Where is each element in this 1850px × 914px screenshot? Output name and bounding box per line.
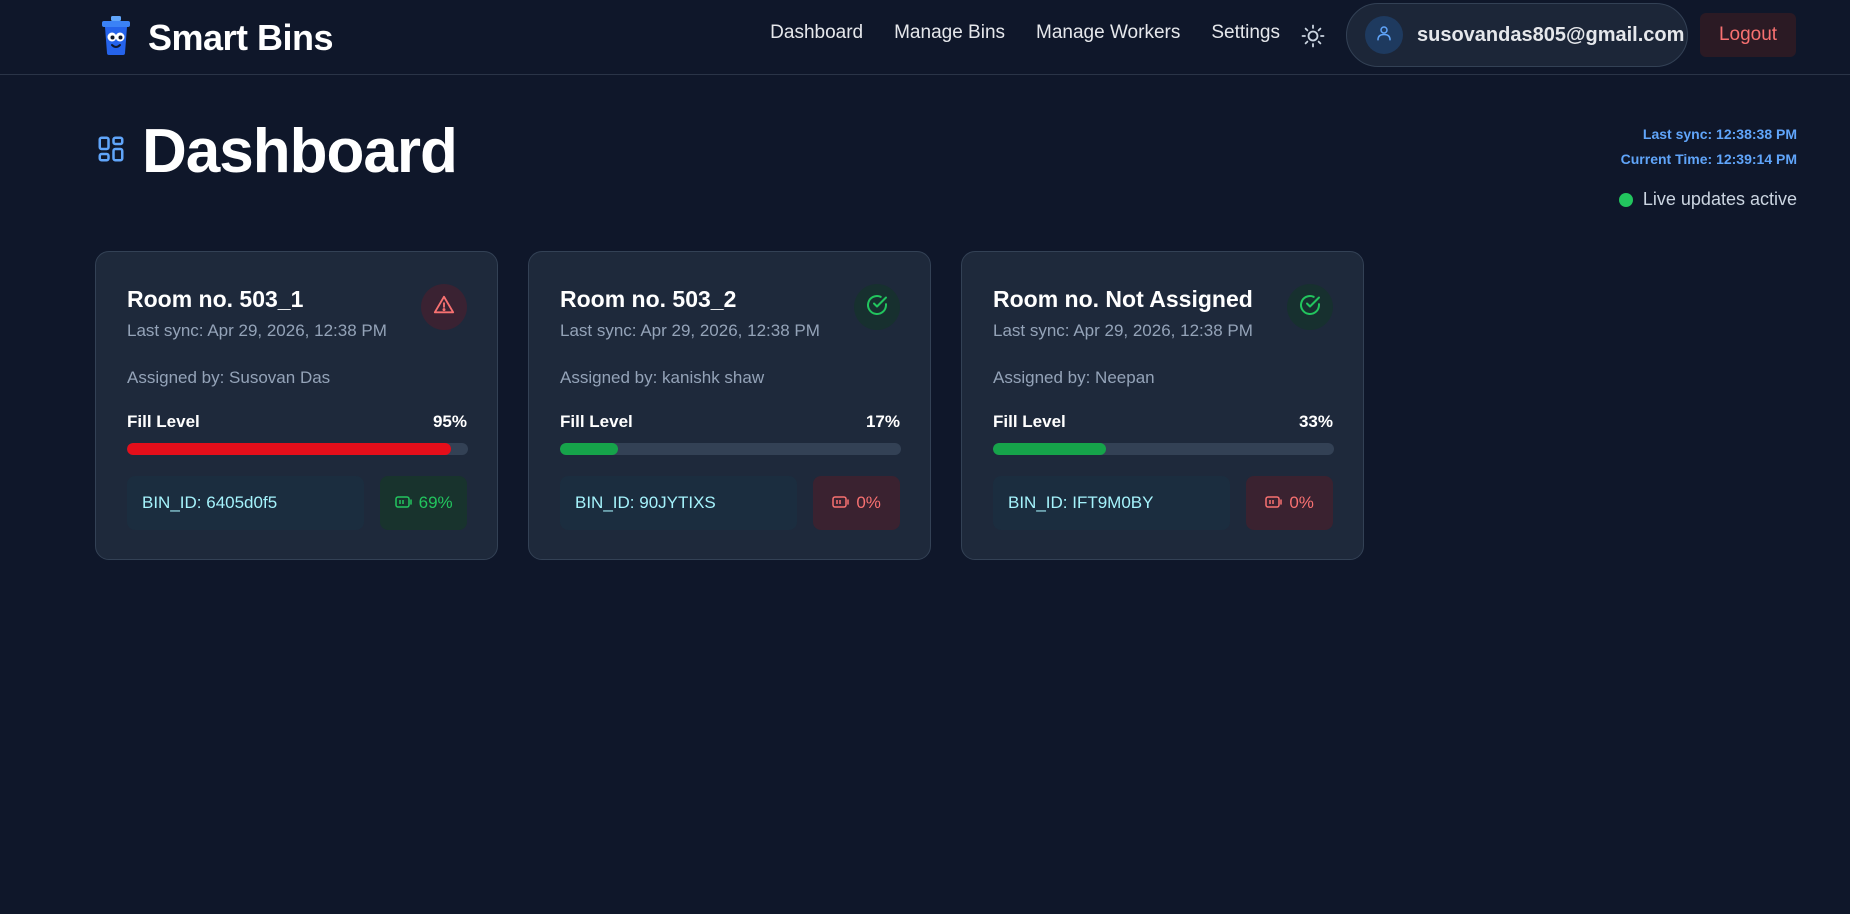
- bin-id: BIN_ID: 6405d0f5: [127, 476, 365, 530]
- bin-status: [421, 284, 467, 330]
- fill-level-label: Fill Level: [993, 412, 1066, 431]
- battery-status: 0%: [813, 476, 900, 530]
- live-status: Live updates active: [1618, 189, 1797, 210]
- fill-level-row: Fill Level 33%: [993, 412, 1333, 432]
- bin-assigned-by: Assigned by: Neepan: [993, 368, 1155, 387]
- top-navbar: Smart Bins Dashboard Manage Bins Manage …: [0, 0, 1850, 75]
- bin-cards: Room no. 503_1 Last sync: Apr 29, 2026, …: [95, 251, 1364, 560]
- bin-room: Room no. 503_1: [127, 286, 304, 312]
- fill-level-bar: [993, 443, 1334, 455]
- nav-link-dashboard[interactable]: Dashboard: [770, 22, 863, 44]
- bin-assigned-by: Assigned by: Susovan Das: [127, 368, 331, 387]
- bin-card-footer: BIN_ID: IFT9M0BY 0%: [993, 476, 1333, 530]
- bin-card-footer: BIN_ID: 90JYTIXS 0%: [560, 476, 900, 530]
- nav-link-manage-workers[interactable]: Manage Workers: [1036, 22, 1180, 44]
- battery-status: 69%: [380, 476, 467, 530]
- nav-link-settings[interactable]: Settings: [1211, 22, 1280, 44]
- bin-status: [854, 284, 900, 330]
- sync-info: Last sync: 12:38:38 PM Current Time: 12:…: [1621, 122, 1797, 172]
- sun-icon: [1301, 24, 1325, 53]
- page-title: Dashboard: [142, 117, 458, 186]
- fill-level-value: 33%: [1298, 412, 1333, 431]
- fill-level-bar: [560, 443, 901, 455]
- fill-level-label: Fill Level: [127, 412, 200, 431]
- bin-last-sync: Last sync: Apr 29, 2026, 12:38 PM: [993, 321, 1253, 340]
- user-icon: [1375, 24, 1393, 47]
- page-header: Dashboard: [96, 116, 458, 187]
- warning-triangle-icon: [433, 294, 455, 321]
- fill-level-bar-fill: [560, 443, 618, 455]
- bin-id: BIN_ID: IFT9M0BY: [993, 476, 1231, 530]
- nav-links: Dashboard Manage Bins Manage Workers Set…: [770, 22, 1280, 44]
- fill-level-row: Fill Level 95%: [127, 412, 467, 432]
- bin-card[interactable]: Room no. 503_2 Last sync: Apr 29, 2026, …: [528, 251, 931, 560]
- fill-level-label: Fill Level: [560, 412, 633, 431]
- bin-status: [1287, 284, 1333, 330]
- current-time: Current Time: 12:39:14 PM: [1620, 151, 1797, 167]
- live-status-text: Live updates active: [1642, 189, 1797, 209]
- user-email: susovandas805@gmail.com: [1417, 23, 1685, 46]
- fill-level-value: 17%: [865, 412, 900, 431]
- bin-assigned-by: Assigned by: kanishk shaw: [560, 368, 765, 387]
- dashboard-grid-icon: [96, 134, 126, 169]
- battery-level: 69%: [418, 493, 453, 512]
- bin-id: BIN_ID: 90JYTIXS: [560, 476, 798, 530]
- avatar: [1365, 16, 1403, 54]
- logout-button[interactable]: Logout: [1700, 13, 1796, 57]
- battery-status: 0%: [1246, 476, 1333, 530]
- battery-icon: [394, 493, 413, 513]
- battery-level: 0%: [856, 493, 881, 512]
- battery-low-icon: [1265, 493, 1283, 513]
- battery-low-icon: [832, 493, 850, 513]
- check-circle-icon: [1298, 293, 1322, 322]
- live-status-dot: [1618, 192, 1633, 207]
- fill-level-bar: [127, 443, 468, 455]
- theme-toggle-button[interactable]: [1299, 24, 1327, 52]
- check-circle-icon: [865, 293, 889, 322]
- bin-last-sync: Last sync: Apr 29, 2026, 12:38 PM: [127, 321, 387, 340]
- bin-room: Room no. Not Assigned: [993, 286, 1253, 312]
- fill-level-bar-fill: [993, 443, 1106, 455]
- trash-bin-logo-icon: [100, 15, 132, 61]
- bin-room: Room no. 503_2: [560, 286, 737, 312]
- app-title: Smart Bins: [148, 17, 334, 58]
- nav-link-manage-bins[interactable]: Manage Bins: [894, 22, 1005, 44]
- fill-level-bar-fill: [127, 443, 451, 455]
- bin-card[interactable]: Room no. Not Assigned Last sync: Apr 29,…: [961, 251, 1364, 560]
- fill-level-value: 95%: [432, 412, 467, 431]
- brand[interactable]: Smart Bins: [100, 14, 334, 62]
- bin-card[interactable]: Room no. 503_1 Last sync: Apr 29, 2026, …: [95, 251, 498, 560]
- battery-level: 0%: [1289, 493, 1314, 512]
- bin-card-footer: BIN_ID: 6405d0f5 69%: [127, 476, 467, 530]
- fill-level-row: Fill Level 17%: [560, 412, 900, 432]
- bin-last-sync: Last sync: Apr 29, 2026, 12:38 PM: [560, 321, 820, 340]
- last-sync-time: Last sync: 12:38:38 PM: [1642, 126, 1797, 142]
- user-profile-pill[interactable]: susovandas805@gmail.com: [1346, 3, 1688, 67]
